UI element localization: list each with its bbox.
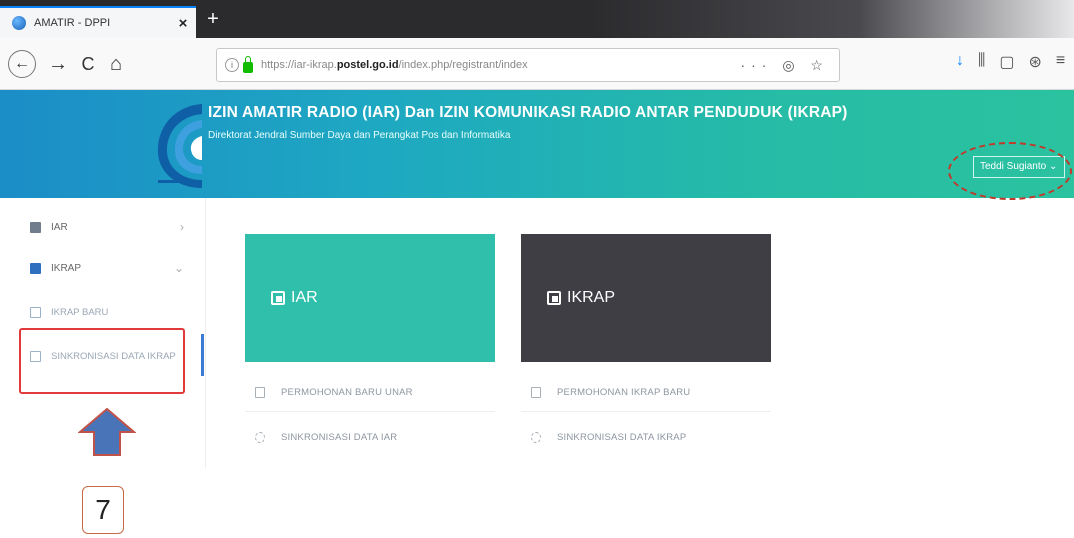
info-icon[interactable]: i — [225, 58, 239, 72]
link-label: SINKRONISASI DATA IAR — [281, 431, 398, 443]
library-icon[interactable]: ⫼ — [978, 52, 985, 72]
ikrap-card[interactable]: IKRAP — [521, 234, 771, 362]
document-icon — [271, 291, 285, 305]
chevron-right-icon: › — [180, 220, 184, 234]
menu-list-icon — [30, 262, 41, 274]
card-label: IAR — [291, 289, 318, 306]
new-tab-button[interactable]: + — [200, 6, 226, 34]
iar-permohonan-baru-link[interactable]: PERMOHONAN BARU UNAR — [245, 374, 495, 412]
toolbar-icons: ↓ ⫼ ▢ ⊛ ≡ — [956, 52, 1065, 72]
sidebar-item-label: IAR — [51, 221, 68, 233]
highlight-ellipse — [948, 142, 1072, 200]
extension-icon[interactable]: ⊛ — [1029, 52, 1042, 72]
sidebar-icon[interactable]: ▢ — [999, 52, 1014, 72]
plus-square-icon — [30, 306, 41, 318]
screenshot-root: AMATIR - DPPI × + ← → C ⌂ i https://iar-… — [0, 0, 1074, 538]
active-indicator — [201, 334, 204, 376]
up-arrow-icon — [78, 408, 136, 456]
card-label: IKRAP — [567, 289, 616, 306]
sync-icon — [531, 431, 541, 443]
tab-close-icon[interactable]: × — [170, 15, 196, 32]
page-actions-icons[interactable]: ··· ◎ ☆ — [740, 57, 839, 74]
highlight-box — [19, 328, 185, 394]
document-icon — [547, 291, 561, 305]
sidebar-item-ikrap[interactable]: IKRAP ⌄ — [0, 248, 206, 288]
browser-toolbar: ← → C ⌂ i https://iar-ikrap.postel.go.id… — [0, 38, 1074, 90]
download-icon[interactable]: ↓ — [956, 52, 964, 72]
iar-sinkronisasi-link[interactable]: SINKRONISASI DATA IAR — [245, 418, 495, 456]
forward-button[interactable]: → — [44, 50, 72, 78]
home-button[interactable]: ⌂ — [102, 50, 130, 78]
link-label: SINKRONISASI DATA IKRAP — [557, 431, 687, 443]
link-label: PERMOHONAN IKRAP BARU — [557, 387, 691, 398]
calendar-icon — [531, 387, 541, 398]
chevron-down-icon: ⌄ — [173, 261, 184, 275]
kominfo-logo-icon — [157, 104, 202, 188]
ikrap-sinkronisasi-link[interactable]: SINKRONISASI DATA IKRAP — [521, 418, 771, 456]
lock-icon — [243, 55, 253, 73]
reload-button[interactable]: C — [74, 50, 102, 78]
browser-tab[interactable]: AMATIR - DPPI × — [0, 6, 196, 38]
url-bar[interactable]: i https://iar-ikrap.postel.go.id/index.p… — [216, 48, 840, 82]
ikrap-permohonan-baru-link[interactable]: PERMOHONAN IKRAP BARU — [521, 374, 771, 412]
url-text[interactable]: https://iar-ikrap.postel.go.id/index.php… — [261, 59, 740, 71]
sidebar-item-iar[interactable]: IAR › — [0, 207, 206, 247]
site-header: IZIN AMATIR RADIO (IAR) Dan IZIN KOMUNIK… — [0, 90, 1074, 200]
step-number-label: 7 — [82, 486, 124, 534]
back-button[interactable]: ← — [8, 50, 36, 78]
site-favicon-icon — [12, 16, 26, 30]
browser-tab-strip: AMATIR - DPPI × + — [0, 0, 1074, 38]
link-label: PERMOHONAN BARU UNAR — [281, 387, 413, 398]
site-subtitle: Direktorat Jendral Sumber Daya dan Peran… — [208, 130, 511, 141]
sync-icon — [255, 431, 265, 443]
sidebar-item-label: IKRAP BARU — [51, 306, 109, 318]
menu-list-icon — [30, 221, 41, 233]
site-title: IZIN AMATIR RADIO (IAR) Dan IZIN KOMUNIK… — [208, 104, 848, 121]
iar-card[interactable]: IAR — [245, 234, 495, 362]
sidebar-item-label: IKRAP — [51, 262, 82, 274]
sidebar-item-ikrap-baru[interactable]: IKRAP BARU — [0, 292, 206, 332]
calendar-icon — [255, 387, 265, 398]
menu-icon[interactable]: ≡ — [1056, 52, 1065, 72]
tab-title: AMATIR - DPPI — [34, 17, 111, 29]
